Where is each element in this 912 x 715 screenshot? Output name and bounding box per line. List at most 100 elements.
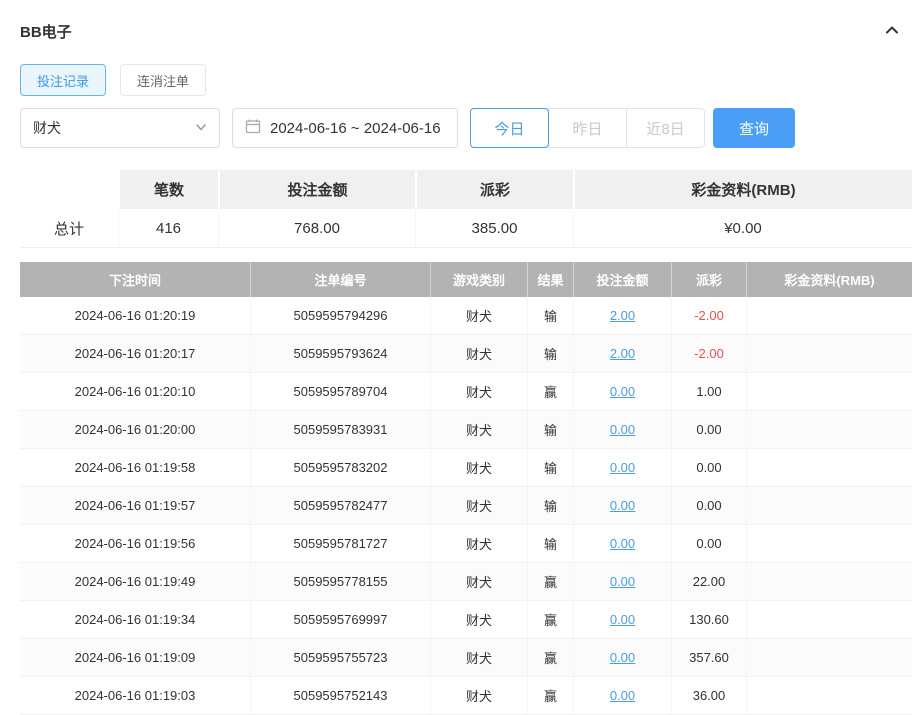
header-bet-amount: 投注金额 [573, 262, 671, 297]
game-select[interactable]: 财犬 [20, 108, 220, 148]
bet-amount-link[interactable]: 2.00 [610, 308, 635, 323]
cell-game-type: 财犬 [430, 639, 527, 676]
cell-bonus [746, 335, 912, 372]
cell-bet-time: 2024-06-16 01:19:09 [20, 639, 250, 676]
quick-today-button[interactable]: 今日 [470, 108, 549, 148]
tab-bar: 投注记录 连消注单 [20, 64, 912, 96]
table-row: 2024-06-16 01:20:17 5059595793624 财犬 输 2… [20, 335, 912, 373]
summary-total-row: 总计 416 768.00 385.00 ¥0.00 [20, 209, 912, 248]
summary-count-value: 416 [118, 209, 218, 247]
cell-bonus [746, 525, 912, 562]
cell-result: 输 [527, 335, 573, 372]
table-row: 2024-06-16 01:20:10 5059595789704 财犬 赢 0… [20, 373, 912, 411]
cell-payout: -2.00 [671, 335, 746, 372]
chevron-down-icon [195, 120, 207, 136]
query-button[interactable]: 查询 [713, 108, 795, 148]
tab-cancelled-orders[interactable]: 连消注单 [120, 64, 206, 96]
bet-amount-link[interactable]: 0.00 [610, 536, 635, 551]
header-result: 结果 [527, 262, 573, 297]
cell-game-type: 财犬 [430, 373, 527, 410]
cell-result: 输 [527, 297, 573, 334]
bet-amount-link[interactable]: 0.00 [610, 460, 635, 475]
cell-bonus [746, 563, 912, 600]
bet-amount-link[interactable]: 2.00 [610, 346, 635, 361]
table-row: 2024-06-16 01:19:58 5059595783202 财犬 输 0… [20, 449, 912, 487]
collapse-panel-button[interactable] [884, 22, 900, 41]
cell-bet-time: 2024-06-16 01:19:34 [20, 601, 250, 638]
table-header-row: 下注时间 注单编号 游戏类别 结果 投注金额 派彩 彩金资料(RMB) [20, 262, 912, 297]
bet-records-table: 下注时间 注单编号 游戏类别 结果 投注金额 派彩 彩金资料(RMB) 2024… [20, 262, 912, 715]
cell-bet-amount: 2.00 [573, 297, 671, 334]
cell-game-type: 财犬 [430, 563, 527, 600]
table-row: 2024-06-16 01:19:56 5059595781727 财犬 输 0… [20, 525, 912, 563]
cell-order-id: 5059595783202 [250, 449, 430, 486]
cell-bonus [746, 373, 912, 410]
table-row: 2024-06-16 01:19:03 5059595752143 财犬 赢 0… [20, 677, 912, 715]
cell-bet-amount: 0.00 [573, 411, 671, 448]
table-row: 2024-06-16 01:20:00 5059595783931 财犬 输 0… [20, 411, 912, 449]
cell-payout: 0.00 [671, 449, 746, 486]
cell-result: 赢 [527, 639, 573, 676]
cell-bet-time: 2024-06-16 01:19:49 [20, 563, 250, 600]
cell-game-type: 财犬 [430, 525, 527, 562]
cell-game-type: 财犬 [430, 297, 527, 334]
summary-table: 笔数 投注金额 派彩 彩金资料(RMB) 总计 416 768.00 385.0… [20, 170, 912, 248]
bet-amount-link[interactable]: 0.00 [610, 498, 635, 513]
date-range-value: 2024-06-16 ~ 2024-06-16 [270, 120, 441, 137]
cell-payout: -2.00 [671, 297, 746, 334]
cell-order-id: 5059595782477 [250, 487, 430, 524]
summary-header-count: 笔数 [118, 170, 218, 209]
page-title: BB电子 [20, 21, 72, 42]
cell-bonus [746, 487, 912, 524]
header-game-type: 游戏类别 [430, 262, 527, 297]
bb-electronic-panel: BB电子 投注记录 连消注单 财犬 2024-06-16 ~ 2024-06-1… [0, 0, 912, 715]
cell-bonus [746, 297, 912, 334]
header-bet-time: 下注时间 [20, 262, 250, 297]
cell-bet-time: 2024-06-16 01:20:10 [20, 373, 250, 410]
quick-last8days-button[interactable]: 近8日 [626, 108, 705, 148]
cell-game-type: 财犬 [430, 487, 527, 524]
cell-result: 赢 [527, 373, 573, 410]
cell-bonus [746, 449, 912, 486]
cell-order-id: 5059595794296 [250, 297, 430, 334]
cell-game-type: 财犬 [430, 411, 527, 448]
bet-amount-link[interactable]: 0.00 [610, 574, 635, 589]
cell-result: 输 [527, 449, 573, 486]
cell-bonus [746, 677, 912, 714]
cell-order-id: 5059595793624 [250, 335, 430, 372]
summary-total-label: 总计 [20, 209, 118, 247]
cell-bet-time: 2024-06-16 01:20:17 [20, 335, 250, 372]
game-select-value: 财犬 [33, 118, 61, 138]
cell-bet-time: 2024-06-16 01:19:58 [20, 449, 250, 486]
cell-result: 赢 [527, 677, 573, 714]
summary-header-blank [20, 170, 118, 209]
cell-bet-time: 2024-06-16 01:19:03 [20, 677, 250, 714]
tab-betting-records[interactable]: 投注记录 [20, 64, 106, 96]
cell-bet-time: 2024-06-16 01:19:57 [20, 487, 250, 524]
bet-amount-link[interactable]: 0.00 [610, 650, 635, 665]
bet-amount-link[interactable]: 0.00 [610, 612, 635, 627]
date-range-picker[interactable]: 2024-06-16 ~ 2024-06-16 [232, 108, 458, 148]
cell-order-id: 5059595789704 [250, 373, 430, 410]
cell-bonus [746, 601, 912, 638]
summary-header-payout: 派彩 [415, 170, 573, 209]
summary-header-row: 笔数 投注金额 派彩 彩金资料(RMB) [20, 170, 912, 209]
cell-payout: 36.00 [671, 677, 746, 714]
cell-game-type: 财犬 [430, 601, 527, 638]
bet-amount-link[interactable]: 0.00 [610, 422, 635, 437]
cell-bet-amount: 2.00 [573, 335, 671, 372]
summary-bonus-value: ¥0.00 [573, 209, 912, 247]
table-row: 2024-06-16 01:19:57 5059595782477 财犬 输 0… [20, 487, 912, 525]
header-order-id: 注单编号 [250, 262, 430, 297]
bet-amount-link[interactable]: 0.00 [610, 688, 635, 703]
cell-bet-amount: 0.00 [573, 487, 671, 524]
cell-bet-amount: 0.00 [573, 449, 671, 486]
cell-bet-time: 2024-06-16 01:20:19 [20, 297, 250, 334]
quick-yesterday-button[interactable]: 昨日 [548, 108, 627, 148]
summary-header-bet: 投注金额 [218, 170, 415, 209]
header-payout: 派彩 [671, 262, 746, 297]
filter-bar: 财犬 2024-06-16 ~ 2024-06-16 今日 昨日 近8日 查询 [20, 108, 912, 148]
cell-game-type: 财犬 [430, 677, 527, 714]
bet-amount-link[interactable]: 0.00 [610, 384, 635, 399]
quick-date-group: 今日 昨日 近8日 [470, 108, 705, 148]
